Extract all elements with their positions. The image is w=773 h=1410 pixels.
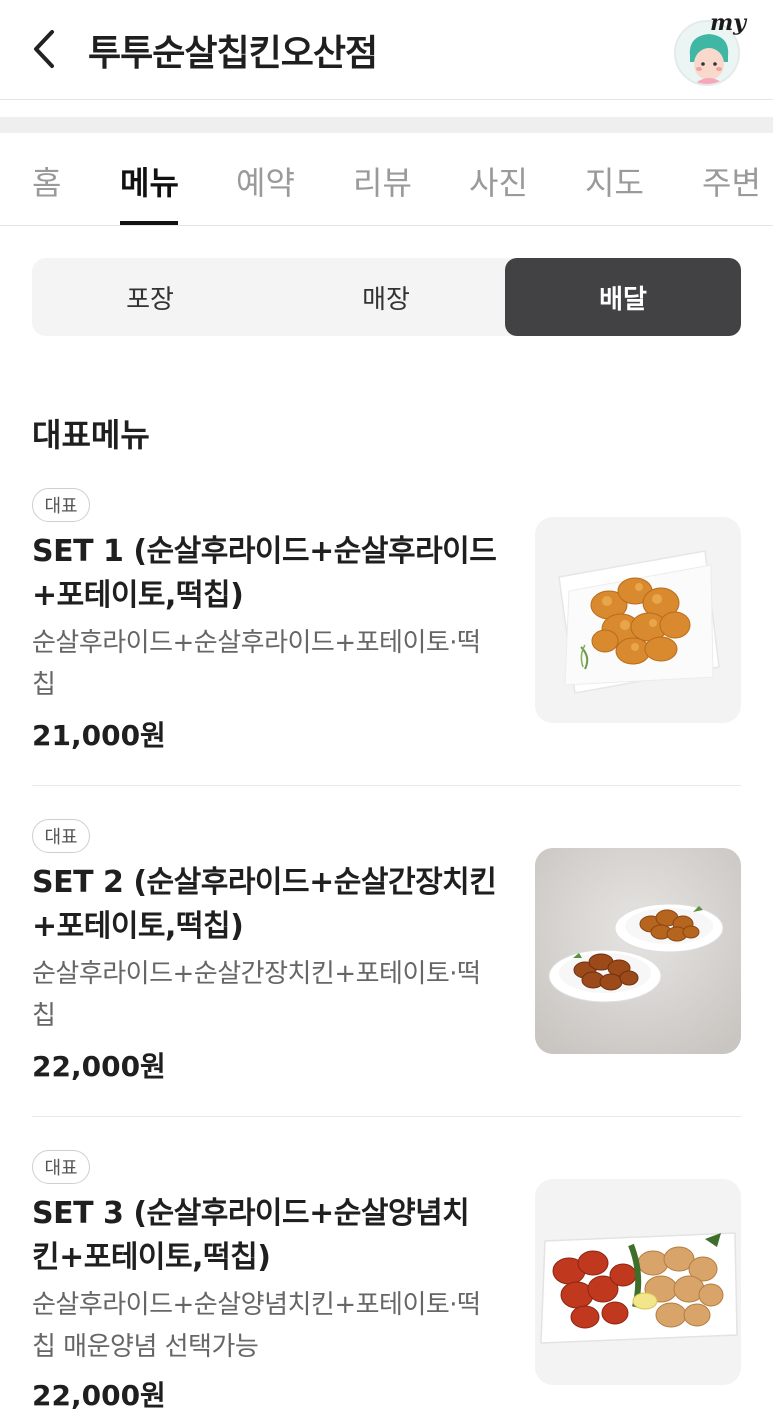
my-profile-button[interactable]: my xyxy=(670,10,746,86)
menu-item-description: 순살후라이드+순살양념치킨+포테이토·떡 칩 매운양념 선택가능 xyxy=(32,1284,512,1368)
back-button[interactable] xyxy=(26,26,66,72)
section-title: 대표메뉴 xyxy=(32,416,150,454)
tab-review[interactable]: 리뷰 xyxy=(353,158,412,204)
menu-item-price: 21,000원 xyxy=(32,719,166,752)
menu-item-description-line: 칩 xyxy=(32,670,56,700)
menu-item-price: 22,000원 xyxy=(32,1379,166,1410)
divider xyxy=(32,785,741,786)
section-separator xyxy=(0,117,773,133)
menu-item-name-line: 킨+포테이토,떡칩) xyxy=(32,1240,271,1275)
chevron-left-icon xyxy=(34,30,54,68)
menu-item-description-line: 순살후라이드+순살양념치킨+포테이토·떡 xyxy=(32,1290,481,1320)
tab-map[interactable]: 지도 xyxy=(585,158,644,204)
menu-item-description-line: 칩 xyxy=(32,1001,56,1031)
signature-badge: 대표 xyxy=(32,488,90,522)
app-header: 투투순살칩킨오산점 my xyxy=(0,0,773,100)
menu-item-description-line: 순살후라이드+순살후라이드+포테이토·떡 xyxy=(32,628,481,658)
menu-item-description: 순살후라이드+순살간장치킨+포테이토·떡 칩 xyxy=(32,953,512,1037)
tab-home[interactable]: 홈 xyxy=(32,158,61,204)
menu-item-name: SET 1 (순살후라이드+순살후라이드 +포테이토,떡칩) xyxy=(32,530,512,618)
divider xyxy=(32,1116,741,1117)
tab-menu[interactable]: 메뉴 xyxy=(120,158,179,204)
tab-bar: 홈 메뉴 예약 리뷰 사진 지도 주변 xyxy=(0,134,773,226)
tab-nearby[interactable]: 주변 xyxy=(702,158,761,204)
order-type-dine-in[interactable]: 매장 xyxy=(268,258,504,336)
menu-item-image[interactable] xyxy=(535,848,741,1054)
order-type-selector: 포장 매장 배달 xyxy=(32,258,741,336)
half-and-half-chicken-image xyxy=(535,1179,741,1385)
menu-item-description: 순살후라이드+순살후라이드+포테이토·떡 칩 xyxy=(32,622,512,706)
order-type-delivery[interactable]: 배달 xyxy=(505,258,741,336)
menu-item-name-line: +포테이토,떡칩) xyxy=(32,909,244,944)
menu-item-name-line: SET 1 (순살후라이드+순살후라이드 xyxy=(32,534,497,569)
menu-item-name-line: SET 2 (순살후라이드+순살간장치킨 xyxy=(32,865,497,900)
menu-item-price: 22,000원 xyxy=(32,1050,166,1083)
order-type-takeout[interactable]: 포장 xyxy=(32,258,268,336)
menu-item-image[interactable] xyxy=(535,517,741,723)
menu-item-name: SET 3 (순살후라이드+순살양념치 킨+포테이토,떡칩) xyxy=(32,1192,512,1280)
tab-photo[interactable]: 사진 xyxy=(469,158,528,204)
active-tab-indicator xyxy=(120,221,178,225)
menu-item-image[interactable] xyxy=(535,1179,741,1385)
menu-item-description-line: 칩 매운양념 선택가능 xyxy=(32,1332,259,1362)
menu-item-name-line: +포테이토,떡칩) xyxy=(32,578,244,613)
signature-badge: 대표 xyxy=(32,819,90,853)
page-title: 투투순살칩킨오산점 xyxy=(88,33,378,74)
menu-item-description-line: 순살후라이드+순살간장치킨+포테이토·떡 xyxy=(32,959,481,989)
soy-chicken-two-plates-image xyxy=(535,848,741,1054)
tab-reservation[interactable]: 예약 xyxy=(236,158,295,204)
my-label: my xyxy=(710,10,747,36)
menu-item-name-line: SET 3 (순살후라이드+순살양념치 xyxy=(32,1196,470,1231)
fried-chicken-plate-image xyxy=(535,517,741,723)
menu-item-name: SET 2 (순살후라이드+순살간장치킨 +포테이토,떡칩) xyxy=(32,861,512,949)
signature-badge: 대표 xyxy=(32,1150,90,1184)
